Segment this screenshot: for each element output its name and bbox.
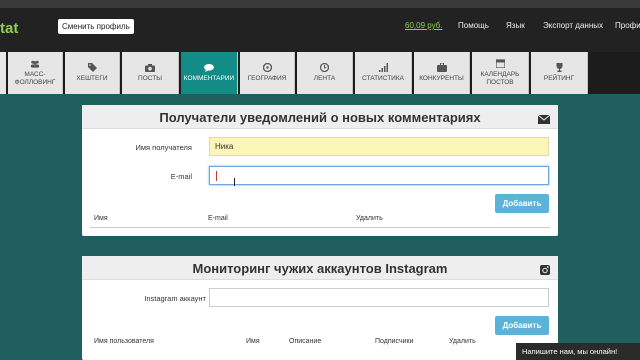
tab-label: ГЕОГРАФИЯ xyxy=(247,75,287,82)
tab-label: ЛЕНТА xyxy=(313,75,336,82)
panel-header: Мониторинг чужих аккаунтов Instagram xyxy=(82,256,558,280)
tab-label: МАСС- ФОЛЛОВИНГ xyxy=(14,71,56,86)
tab-feed[interactable]: ЛЕНТА xyxy=(297,52,353,94)
top-bar: tat Сменить профиль 60,09 руб. Помощь Яз… xyxy=(0,0,640,52)
tab-mass-following[interactable]: МАСС- ФОЛЛОВИНГ xyxy=(8,52,63,94)
export-link[interactable]: Экспорт данных xyxy=(543,21,603,30)
text-caret xyxy=(216,171,217,181)
column-header-name: Имя xyxy=(94,215,108,222)
column-header-username: Имя пользователя xyxy=(94,338,154,345)
tab-statistics[interactable]: СТАТИСТИКА xyxy=(355,52,412,94)
top-strip xyxy=(0,0,640,8)
add-account-button[interactable]: Добавить xyxy=(495,316,549,335)
mouse-cursor xyxy=(234,178,235,186)
language-link[interactable]: Язык xyxy=(506,21,525,30)
tab-geography[interactable]: ГЕОГРАФИЯ xyxy=(240,52,295,94)
logo[interactable]: tat xyxy=(0,20,18,37)
tab-label: КОНКУРЕНТЫ xyxy=(419,75,464,82)
instagram-account-label: Instagram аккаунт xyxy=(144,294,206,303)
main-nav: МАСС- ФОЛЛОВИНГ ХЕШТЕГИ ПОСТЫ КОММЕНТАРИ… xyxy=(0,52,640,94)
tab-label: ХЕШТЕГИ xyxy=(76,75,108,82)
instagram-icon xyxy=(540,262,550,280)
tab-post-calendar[interactable]: КАЛЕНДАРЬ ПОСТОВ xyxy=(472,52,529,94)
profile-link[interactable]: Профи xyxy=(615,21,640,30)
users-icon xyxy=(30,59,40,68)
tab-competitors[interactable]: КОНКУРЕНТЫ xyxy=(414,52,470,94)
comment-icon xyxy=(204,63,214,72)
column-header-delete: Удалить xyxy=(449,338,476,345)
tab-label: РЕЙТИНГ xyxy=(543,75,575,82)
chat-widget[interactable]: Напишите нам, мы онлайн! xyxy=(516,343,640,360)
tab-rating[interactable]: РЕЙТИНГ xyxy=(531,52,588,94)
email-label: E-mail xyxy=(170,172,192,181)
column-header-delete: Удалить xyxy=(356,215,383,222)
trophy-icon xyxy=(554,63,564,72)
tab-hashtags[interactable]: ХЕШТЕГИ xyxy=(65,52,120,94)
add-recipient-button[interactable]: Добавить xyxy=(495,194,549,213)
panel-title: Мониторинг чужих аккаунтов Instagram xyxy=(192,261,448,276)
balance-link[interactable]: 60,09 руб. xyxy=(405,21,443,30)
recipient-name-label: Имя получателя xyxy=(135,143,192,152)
table-divider xyxy=(90,227,550,228)
clock-icon xyxy=(320,63,330,72)
tab-label: КОММЕНТАРИИ xyxy=(183,75,235,82)
instagram-account-input[interactable] xyxy=(209,288,549,307)
camera-icon xyxy=(145,63,155,72)
tab-label: ПОСТЫ xyxy=(138,75,162,82)
change-profile-button[interactable]: Сменить профиль xyxy=(58,19,134,34)
panel-header: Получатели уведомлений о новых комментар… xyxy=(82,105,558,129)
calendar-icon xyxy=(495,59,505,68)
tags-icon xyxy=(87,63,97,72)
email-input[interactable] xyxy=(209,166,549,185)
tab-partial xyxy=(0,52,6,94)
tab-posts[interactable]: ПОСТЫ xyxy=(122,52,179,94)
tab-label: КАЛЕНДАРЬ ПОСТОВ xyxy=(480,71,520,86)
notify-recipients-panel: Получатели уведомлений о новых комментар… xyxy=(82,105,558,236)
panel-title: Получатели уведомлений о новых комментар… xyxy=(159,110,481,125)
column-header-followers: Подписчики xyxy=(375,338,414,345)
column-header-name: Имя xyxy=(246,338,260,345)
column-header-email: E-mail xyxy=(208,215,228,222)
compass-icon xyxy=(262,63,272,72)
recipient-name-input[interactable]: Ника xyxy=(209,137,549,156)
column-header-description: Описание xyxy=(289,338,322,345)
envelope-icon xyxy=(537,111,551,129)
monitor-accounts-panel: Мониторинг чужих аккаунтов Instagram Ins… xyxy=(82,256,558,360)
briefcase-icon xyxy=(436,63,447,72)
tab-comments[interactable]: КОММЕНТАРИИ xyxy=(181,52,238,94)
tab-label: СТАТИСТИКА xyxy=(362,75,404,82)
signal-icon xyxy=(378,63,388,72)
help-link[interactable]: Помощь xyxy=(458,21,489,30)
